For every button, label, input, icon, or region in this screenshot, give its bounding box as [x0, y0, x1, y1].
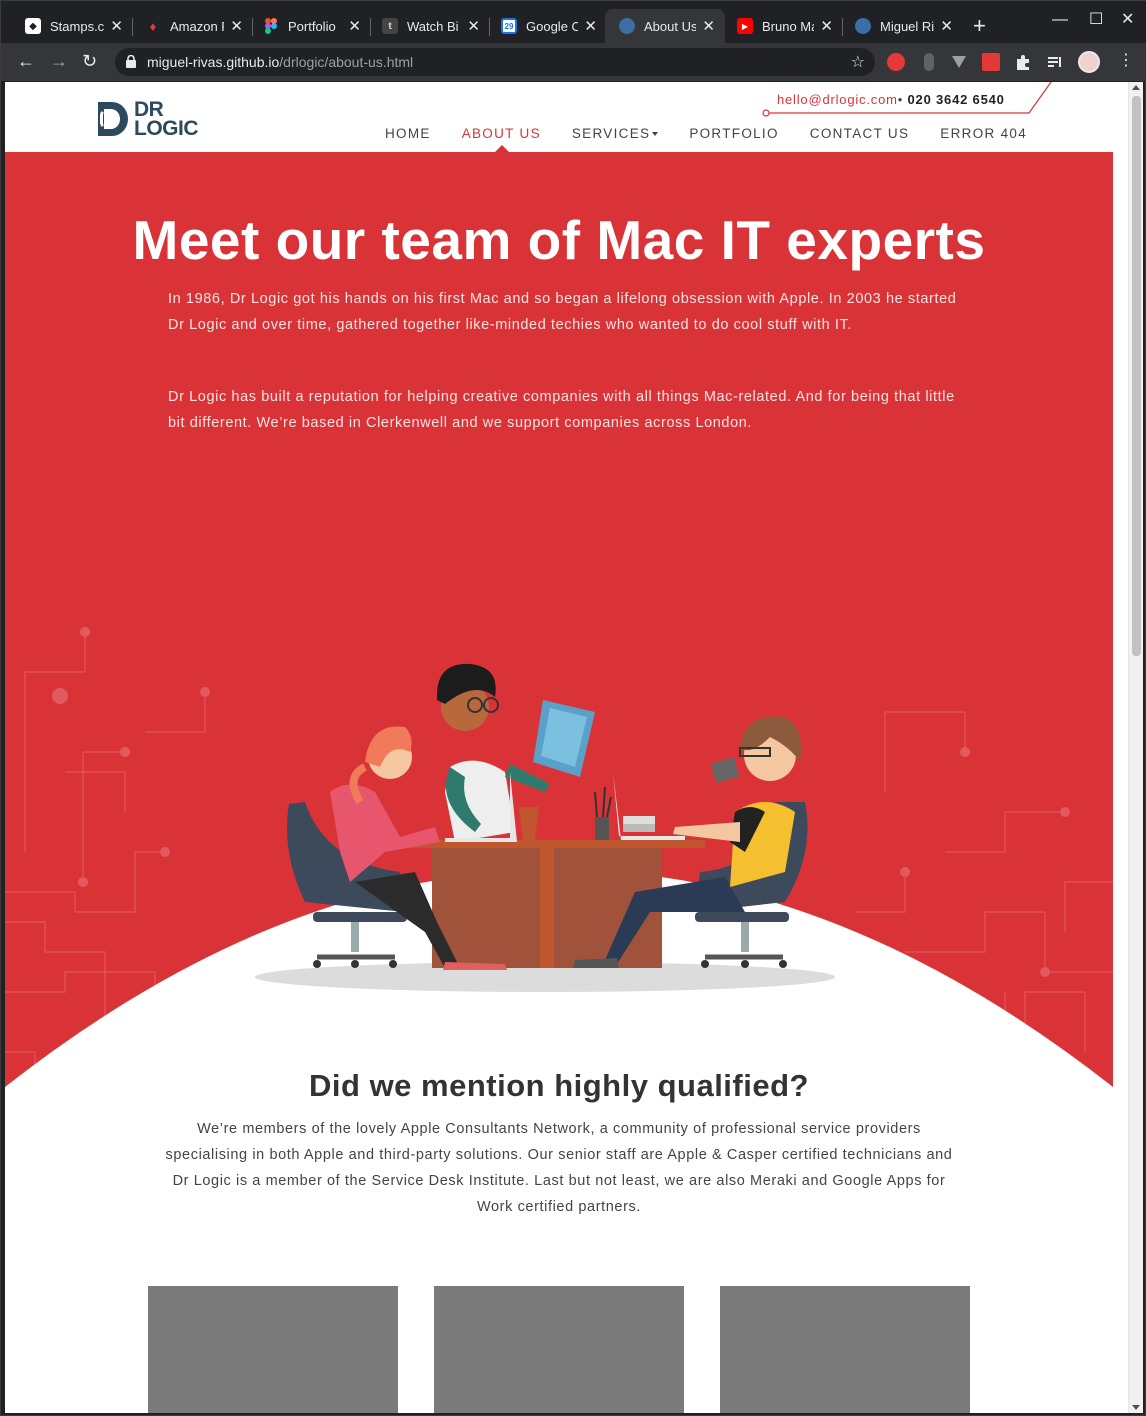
tab-about-us[interactable]: About Us ✕ — [605, 9, 725, 43]
contact-separator: • — [897, 92, 904, 107]
tab-title: Miguel Ri — [880, 18, 935, 34]
tab-miguel[interactable]: Miguel Ri ✕ — [841, 9, 963, 43]
close-tab-icon[interactable]: ✕ — [230, 17, 243, 35]
close-tab-icon[interactable]: ✕ — [467, 17, 480, 35]
profile-avatar[interactable] — [1078, 51, 1100, 73]
tab-title: Watch Bi — [407, 18, 459, 34]
image-card-3 — [720, 1286, 970, 1413]
qualified-paragraph: We’re members of the lovely Apple Consul… — [165, 1121, 953, 1215]
qualified-title: Did we mention highly qualified? — [309, 1068, 809, 1103]
globe-icon — [619, 18, 635, 34]
media-queue-icon[interactable] — [1046, 53, 1064, 71]
active-nav-indicator — [495, 145, 509, 152]
nav-item-services[interactable]: SERVICES — [571, 126, 659, 141]
lock-icon — [126, 55, 136, 68]
tab-bruno[interactable]: ▶ Bruno Ma ✕ — [723, 9, 843, 43]
tab-strip: ◆ Stamps.c ✕ ♦ Amazon F ✕ Portfolio ✕ t … — [1, 1, 1146, 43]
tab-amazon[interactable]: ♦ Amazon F ✕ — [131, 9, 253, 43]
address-bar[interactable]: miguel-rivas.github.io/drlogic/about-us.… — [115, 48, 875, 76]
tab-watch[interactable]: t Watch Bi ✕ — [368, 9, 490, 43]
stamps-icon: ◆ — [25, 18, 41, 34]
tab-title: Google C — [526, 18, 579, 34]
amazon-icon: ♦ — [149, 18, 157, 34]
tab-title: Bruno Ma — [762, 18, 815, 34]
hero-section: Meet our team of Mac IT experts In 1986,… — [5, 152, 1113, 1092]
globe-icon — [855, 18, 871, 34]
page-viewport: DR LOGIC hello@drlogic.com• 020 3642 654… — [5, 82, 1143, 1413]
extension-red-icon[interactable] — [982, 53, 1000, 71]
nav-item-portfolio[interactable]: PORTFOLIO — [689, 126, 778, 141]
minimize-icon[interactable]: — — [1052, 11, 1068, 29]
nav-item-error-404[interactable]: ERROR 404 — [940, 126, 1027, 141]
close-tab-icon[interactable]: ✕ — [820, 17, 833, 35]
maximize-icon[interactable]: ☐ — [1089, 9, 1103, 29]
nav-item-services-label: SERVICES — [571, 126, 651, 141]
contact-email-link[interactable]: hello@drlogic.com — [777, 92, 898, 107]
main-nav: HOME ABOUT US SERVICES PORTFOLIO CONTACT… — [385, 126, 1058, 141]
tab-title: Stamps.c — [50, 18, 105, 34]
extension-v-icon[interactable] — [950, 53, 968, 71]
new-tab-button[interactable]: + — [973, 15, 986, 37]
close-tab-icon[interactable]: ✕ — [110, 17, 123, 35]
close-tab-icon[interactable]: ✕ — [940, 17, 953, 35]
tab-title: Portfolio — [288, 18, 336, 34]
back-icon[interactable]: ← — [17, 52, 35, 70]
menu-kebab-icon[interactable]: ⋮ — [1118, 52, 1134, 70]
scrollbar-thumb[interactable] — [1132, 96, 1141, 656]
contact-info: hello@drlogic.com• 020 3642 6540 — [777, 92, 1005, 107]
close-tab-icon[interactable]: ✕ — [702, 17, 715, 35]
youtube-icon: ▶ — [737, 18, 753, 34]
scroll-down-arrow-icon[interactable] — [1132, 1405, 1140, 1410]
tab-title: Amazon F — [170, 18, 225, 34]
tab-portfolio[interactable]: Portfolio ✕ — [249, 9, 371, 43]
browser-window: ◆ Stamps.c ✕ ♦ Amazon F ✕ Portfolio ✕ t … — [0, 0, 1146, 1416]
scroll-up-arrow-icon[interactable] — [1132, 85, 1140, 90]
figma-icon — [263, 18, 279, 34]
browser-toolbar: ← → ↻ miguel-rivas.github.io/drlogic/abo… — [1, 43, 1146, 81]
contact-phone[interactable]: 020 3642 6540 — [908, 92, 1005, 107]
calendar-icon: 29 — [501, 18, 517, 34]
bookmark-star-icon[interactable]: ☆ — [851, 52, 865, 72]
close-tab-icon[interactable]: ✕ — [348, 17, 361, 35]
extension-gray-icon[interactable] — [924, 53, 934, 71]
nav-item-contact-us[interactable]: CONTACT US — [810, 126, 910, 141]
t-icon: t — [382, 18, 398, 34]
site-header: DR LOGIC hello@drlogic.com• 020 3642 654… — [5, 82, 1113, 152]
extension-adblock-icon[interactable] — [887, 53, 905, 71]
image-card-2 — [434, 1286, 684, 1413]
nav-item-home[interactable]: HOME — [385, 126, 431, 141]
image-card-1 — [148, 1286, 398, 1413]
nav-item-about-us[interactable]: ABOUT US — [462, 126, 541, 141]
puzzle-icon[interactable] — [1014, 53, 1032, 71]
team-illustration — [255, 663, 835, 992]
close-window-icon[interactable]: ✕ — [1121, 9, 1134, 29]
reload-icon[interactable]: ↻ — [82, 52, 97, 70]
page-scrollbar[interactable] — [1128, 82, 1143, 1413]
tab-title: About Us — [644, 18, 697, 34]
caret-down-icon — [652, 132, 659, 136]
tab-google-calendar[interactable]: 29 Google C ✕ — [487, 9, 607, 43]
url-text: miguel-rivas.github.io/drlogic/about-us.… — [147, 54, 414, 70]
forward-icon[interactable]: → — [50, 52, 68, 70]
tab-stamps[interactable]: ◆ Stamps.c ✕ — [11, 9, 133, 43]
close-tab-icon[interactable]: ✕ — [584, 17, 597, 35]
